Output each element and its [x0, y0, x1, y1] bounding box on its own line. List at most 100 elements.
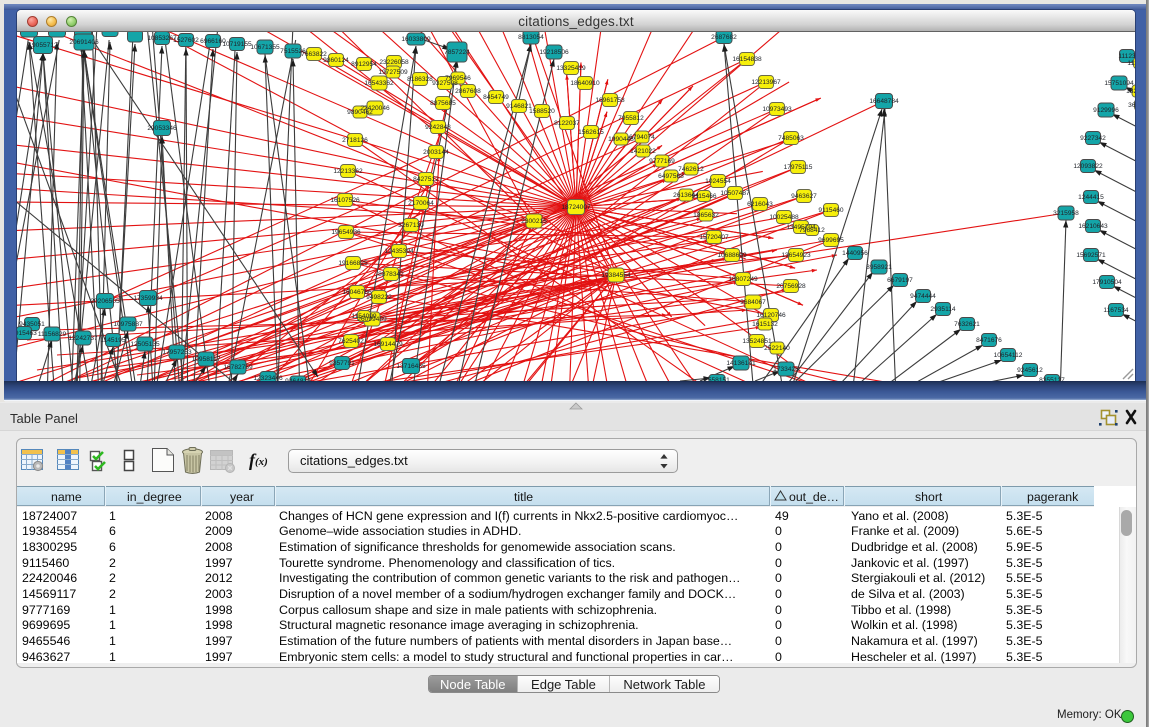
svg-text:8875685: 8875685	[430, 100, 456, 107]
svg-text:7558151: 7558151	[704, 377, 730, 381]
svg-text:18640910: 18640910	[570, 80, 600, 87]
svg-text:1562615: 1562615	[578, 129, 604, 136]
svg-text:6497568: 6497568	[658, 173, 684, 180]
svg-text:8454749: 8454749	[483, 94, 509, 101]
svg-text:9684067: 9684067	[740, 299, 766, 306]
svg-text:19384554: 19384554	[601, 272, 631, 279]
svg-text:1154099: 1154099	[351, 313, 377, 320]
svg-text:7632621: 7632621	[954, 321, 980, 328]
svg-text:10025488: 10025488	[769, 214, 799, 221]
svg-text:29053346: 29053346	[147, 125, 177, 132]
svg-text:8878342: 8878342	[378, 271, 404, 278]
svg-text:19218506: 19218506	[539, 49, 569, 56]
svg-text:10719155: 10719155	[222, 41, 252, 48]
svg-text:16782759: 16782759	[223, 364, 253, 371]
svg-text:16543362: 16543362	[364, 80, 394, 87]
svg-text:19727509: 19727509	[378, 69, 408, 76]
svg-text:1322751: 1322751	[1126, 88, 1135, 95]
svg-text:10671355: 10671355	[250, 44, 280, 51]
svg-text:2003144: 2003144	[423, 149, 449, 156]
svg-text:9129996: 9129996	[1093, 107, 1119, 114]
svg-text:13325419: 13325419	[556, 65, 586, 72]
svg-text:17957253: 17957253	[162, 349, 192, 356]
svg-text:1733426: 1733426	[773, 366, 799, 373]
svg-text:12213967: 12213967	[751, 79, 781, 86]
svg-text:9115466: 9115466	[691, 193, 717, 200]
svg-text:16154838: 16154838	[732, 56, 762, 63]
svg-text:9435051: 9435051	[19, 321, 45, 328]
svg-text:1167534: 1167534	[1103, 307, 1129, 314]
svg-text:18724007: 18724007	[561, 204, 591, 211]
svg-text:2300215: 2300215	[521, 218, 547, 225]
svg-text:7625402: 7625402	[338, 338, 364, 345]
svg-text:8958921: 8958921	[866, 264, 892, 271]
svg-text:10507487: 10507487	[720, 190, 750, 197]
svg-text:1121543: 1121543	[1127, 60, 1135, 67]
svg-text:9860124: 9860124	[323, 57, 349, 64]
svg-text:14136141: 14136141	[726, 360, 756, 367]
svg-text:11123: 11123	[1118, 53, 1135, 60]
svg-text:23226058: 23226058	[379, 59, 409, 66]
svg-text:1615132: 1615132	[752, 321, 778, 328]
svg-text:7462612: 7462612	[678, 166, 704, 173]
svg-text:20756928: 20756928	[776, 283, 806, 290]
svg-text:10973493: 10973493	[762, 106, 792, 113]
svg-text:16914479: 16914479	[373, 341, 403, 348]
svg-text:12435394: 12435394	[384, 248, 414, 255]
svg-text:19654936: 19654936	[331, 229, 361, 236]
svg-text:10654112: 10654112	[994, 352, 1023, 359]
svg-text:6216043: 6216043	[747, 201, 773, 208]
svg-text:17975115: 17975115	[784, 164, 813, 171]
svg-text:1421022: 1421022	[630, 148, 656, 155]
svg-text:9242848: 9242848	[425, 124, 451, 131]
svg-text:10975887: 10975887	[113, 321, 143, 328]
svg-text:19166825: 19166825	[338, 260, 368, 267]
svg-text:3215958: 3215958	[1053, 210, 1079, 217]
svg-text:7968412: 7968412	[799, 227, 825, 234]
svg-text:9115460: 9115460	[818, 207, 844, 214]
svg-text:1588520: 1588520	[529, 108, 555, 115]
svg-text:9857791: 9857791	[329, 360, 355, 367]
svg-text:1244415: 1244415	[1078, 194, 1104, 201]
svg-text:7485063: 7485063	[778, 135, 804, 142]
svg-text:3627512: 3627512	[1128, 102, 1135, 109]
svg-text:2935114: 2935114	[930, 306, 956, 313]
svg-text:16033809: 16033809	[401, 36, 431, 43]
svg-text:6679197: 6679197	[887, 277, 913, 284]
svg-text:15692571: 15692571	[1076, 252, 1106, 259]
svg-text:9777169: 9777169	[649, 158, 675, 165]
svg-text:9699695: 9699695	[818, 237, 844, 244]
svg-text:6794074: 6794074	[629, 134, 655, 141]
svg-text:(x): (x)	[255, 456, 268, 468]
svg-text:7955812: 7955812	[618, 115, 644, 122]
svg-text:12093822: 12093822	[1073, 163, 1103, 170]
svg-text:9463627: 9463627	[791, 193, 817, 200]
svg-text:13654923: 13654923	[781, 252, 811, 259]
svg-text:1024554: 1024554	[705, 178, 731, 185]
svg-text:1865632: 1865632	[693, 212, 719, 219]
svg-text:9245612: 9245612	[1017, 367, 1043, 374]
svg-text:2718126: 2718126	[342, 137, 368, 144]
svg-text:16107526: 16107526	[330, 197, 360, 204]
svg-text:1145195: 1145195	[100, 337, 126, 344]
svg-text:7969546: 7969546	[445, 75, 471, 82]
svg-text:17359934: 17359934	[133, 295, 163, 302]
svg-text:2522140: 2522140	[764, 345, 790, 352]
svg-text:3267130: 3267130	[398, 222, 424, 229]
svg-text:8471676: 8471676	[976, 337, 1002, 344]
svg-text:17910504: 17910504	[1092, 279, 1122, 286]
svg-text:16210643: 16210643	[1078, 223, 1108, 230]
svg-text:8186328: 8186328	[407, 76, 433, 83]
svg-text:10958117: 10958117	[192, 356, 221, 363]
svg-text:1440956: 1440956	[842, 250, 868, 257]
svg-text:2170064: 2170064	[408, 200, 434, 207]
svg-text:15751094: 15751094	[1104, 80, 1134, 87]
svg-text:12213362: 12213362	[333, 168, 363, 175]
svg-text:16648784: 16648784	[869, 98, 899, 105]
svg-text:9498222: 9498222	[366, 294, 392, 301]
svg-text:10688609: 10688609	[717, 252, 747, 259]
svg-text:12323446: 12323446	[253, 375, 283, 381]
svg-text:13524851: 13524851	[742, 338, 772, 345]
svg-text:3915463: 3915463	[17, 330, 37, 337]
svg-text:8427512: 8427512	[413, 176, 439, 183]
